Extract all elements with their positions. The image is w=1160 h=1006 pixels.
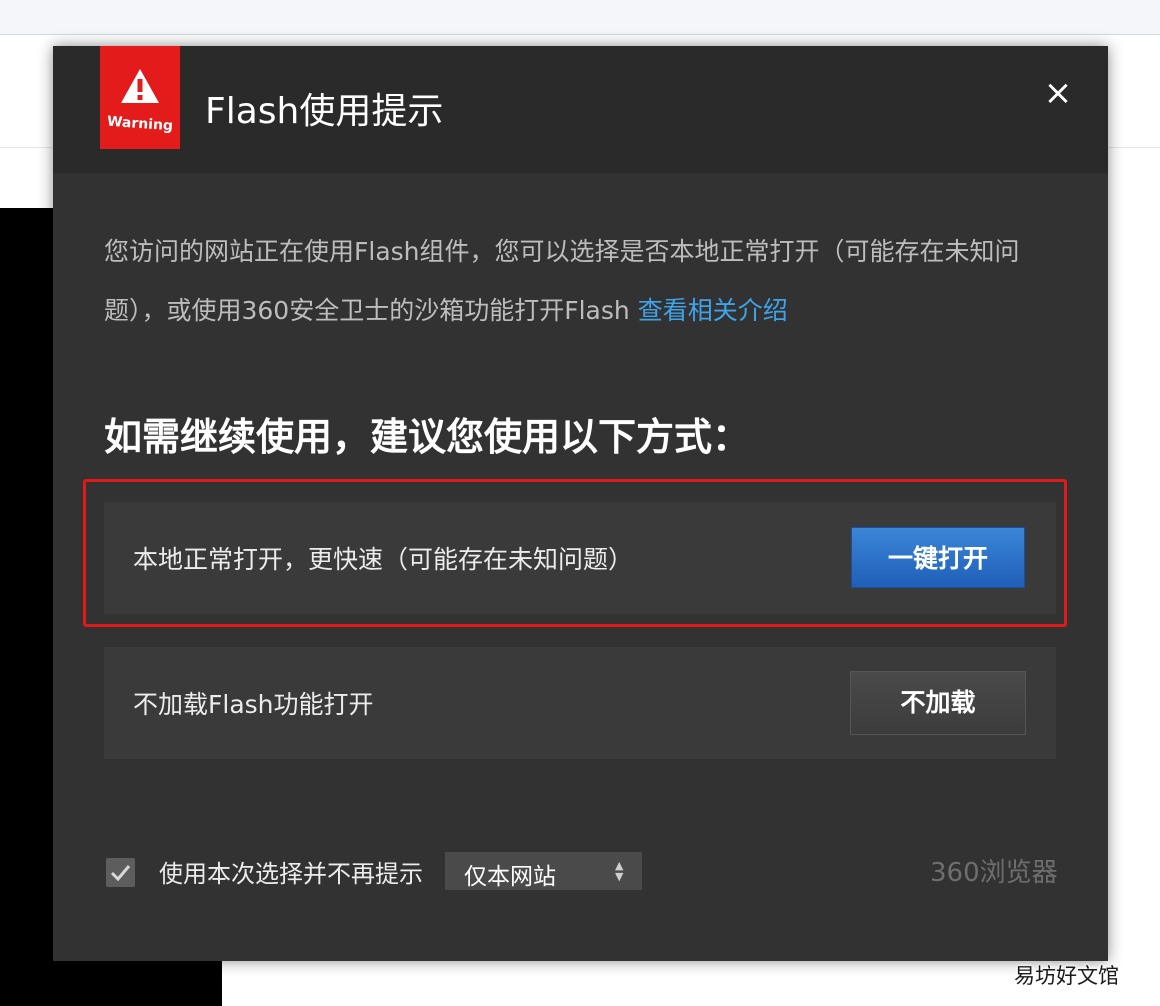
close-icon[interactable]: ×	[1043, 76, 1073, 110]
remember-choice-label: 使用本次选择并不再提示	[159, 860, 423, 888]
learn-more-link[interactable]: 查看相关介绍	[638, 296, 788, 325]
option-open-locally: 本地正常打开，更快速（可能存在未知问题） 一键打开	[104, 502, 1056, 614]
one-click-open-button[interactable]: 一键打开	[851, 527, 1025, 588]
dialog-description: 您访问的网站正在使用Flash组件，您可以选择是否本地正常打开（可能存在未知问题…	[104, 222, 1064, 340]
warning-badge: Warning	[100, 46, 180, 149]
background-browser-bar	[0, 0, 1160, 35]
warning-badge-text: Warning	[106, 113, 174, 135]
option-no-flash: 不加载Flash功能打开 不加载	[104, 647, 1056, 759]
recommendation-heading: 如需继续使用，建议您使用以下方式：	[104, 415, 751, 459]
checkmark-icon	[110, 865, 131, 882]
remember-choice-checkbox[interactable]	[106, 858, 135, 887]
scope-selected-value: 仅本网站	[464, 864, 556, 890]
dialog-title: Flash使用提示	[205, 91, 444, 132]
scope-select[interactable]: 仅本网站 ▲ ▼	[445, 852, 642, 890]
option-no-flash-label: 不加载Flash功能打开	[133, 690, 374, 719]
warning-triangle-icon	[121, 69, 159, 103]
do-not-load-button[interactable]: 不加载	[850, 671, 1026, 735]
option-open-locally-label: 本地正常打开，更快速（可能存在未知问题）	[133, 545, 634, 574]
flash-prompt-dialog: Warning Flash使用提示 × 您访问的网站正在使用Flash组件，您可…	[53, 46, 1108, 961]
updown-arrows-icon: ▲ ▼	[615, 859, 624, 883]
description-text: 您访问的网站正在使用Flash组件，您可以选择是否本地正常打开（可能存在未知问题…	[104, 237, 1020, 325]
browser-brand: 360浏览器	[930, 858, 1058, 888]
dialog-header: Warning Flash使用提示 ×	[53, 46, 1108, 173]
watermark-text: 易坊好文馆	[1014, 964, 1119, 988]
